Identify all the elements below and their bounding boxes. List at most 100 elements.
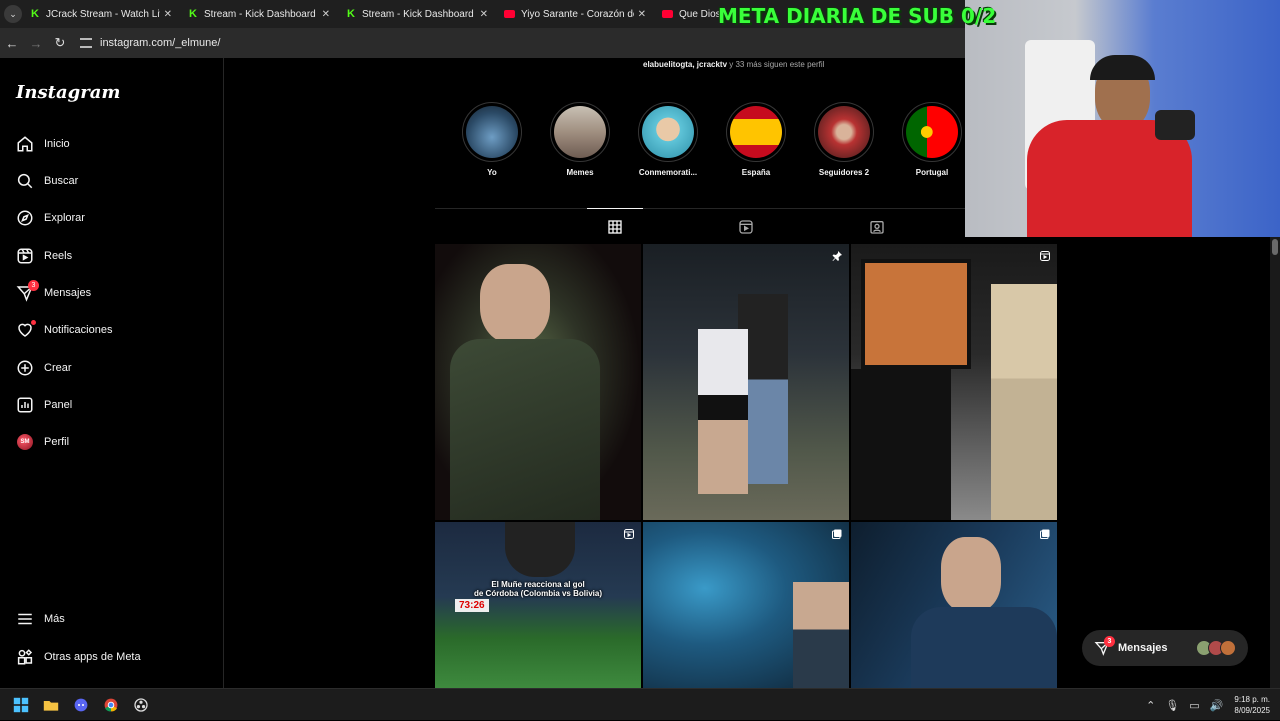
close-tab-icon[interactable]: ✕ [322,9,330,20]
browser-tab-4[interactable]: Yiyo Sarante - Corazón de Acero ✕ [496,0,654,28]
tab-title: JCrack Stream - Watch Live on Kick [46,8,160,20]
highlight-cover [554,106,606,158]
messenger-icon: 3 [1094,636,1115,656]
url-field[interactable]: instagram.com/_elmune/ [80,32,955,54]
back-icon[interactable]: ← [0,36,24,51]
messages-pill[interactable]: 3 Mensajes [1082,630,1248,666]
instagram-logo[interactable]: Instagram [16,82,120,103]
profile-avatar: SM [16,433,34,451]
post-1[interactable] [435,244,641,520]
sidebar-item-label: Perfil [44,436,70,448]
close-tab-icon[interactable]: ✕ [480,9,488,20]
sidebar-item-label: Más [44,613,65,625]
home-icon [16,135,34,153]
post-photo-streamer [505,522,575,577]
browser-tab-1[interactable]: K JCrack Stream - Watch Live on Kick ✕ [22,0,180,28]
webcam-microphone [1155,110,1195,140]
clock[interactable]: 9:18 p. m. 8/09/2025 [1234,694,1270,716]
close-tab-icon[interactable]: ✕ [638,9,646,20]
highlight-label: Memes [566,168,594,177]
browser-tab-3[interactable]: K Stream - Kick Dashboard ✕ [338,0,496,28]
post-5[interactable] [643,522,849,688]
highlight-label: Conmemorati... [638,168,698,177]
reels-icon [16,247,34,265]
sidebar-item-label: Panel [44,399,73,411]
sidebar-item-buscar[interactable]: Buscar [16,169,78,193]
match-timer: 73:26 [455,599,489,612]
microphone-icon[interactable]: 🎙 [1165,699,1179,712]
sidebar-item-reels[interactable]: Reels [16,244,72,268]
heart-icon [16,320,36,339]
file-explorer-icon[interactable] [36,690,66,720]
highlight-espana[interactable]: España [721,102,791,177]
highlight-label: Portugal [915,168,949,177]
messages-label: Mensajes [1118,642,1168,654]
tagged-icon[interactable] [869,219,885,235]
url-text: instagram.com/_elmune/ [100,37,221,49]
chrome-icon[interactable] [96,690,126,720]
search-icon [16,172,34,190]
post-4[interactable]: El Muñe reacciona al gol de Córdoba (Col… [435,522,641,688]
sidebar-item-mensajes[interactable]: 3 Mensajes [16,280,92,305]
sidebar-item-notificaciones[interactable]: Notificaciones [16,318,112,342]
sidebar-item-meta-apps[interactable]: Otras apps de Meta [16,645,141,669]
sidebar-item-inicio[interactable]: Inicio [16,132,70,156]
reel-icon [624,529,634,539]
sidebar-item-crear[interactable]: Crear [16,356,72,380]
page-scrollbar[interactable] [1270,237,1280,688]
highlight-cover [642,106,694,158]
messenger-icon: 3 [16,280,39,302]
post-photo-person [698,329,748,494]
carousel-icon [832,529,842,539]
youtube-icon [662,10,673,18]
sidebar-item-perfil[interactable]: SM Perfil [16,430,69,454]
post-3[interactable] [851,244,1057,520]
highlight-yo[interactable]: Yo [457,102,527,177]
network-icon[interactable]: ▭ [1189,699,1199,712]
dashboard-icon [16,396,34,414]
post-6[interactable] [851,522,1057,688]
spain-flag-icon [730,106,782,158]
highlight-label: Yo [487,168,497,177]
scrollbar-thumb[interactable] [1272,239,1278,255]
highlight-label: Seguidores 2 [818,168,870,177]
grid-icon[interactable] [587,208,643,235]
webcam-streamer-hair [1090,55,1155,80]
windows-start-icon[interactable] [6,690,36,720]
followed-by-rest: y 33 más siguen este perfil [727,60,825,69]
sidebar-item-panel[interactable]: Panel [16,393,72,417]
volume-icon[interactable]: 🔊 [1210,699,1224,712]
highlight-seguidores-2[interactable]: Seguidores 2 [809,102,879,177]
discord-icon[interactable] [66,690,96,720]
close-tab-icon[interactable]: ✕ [164,9,172,20]
sidebar-item-label: Inicio [44,138,70,150]
post-photo-minecraft-body [851,369,951,520]
plus-square-icon [16,359,34,377]
sidebar-item-explorar[interactable]: Explorar [16,206,85,230]
highlight-conmemorativo[interactable]: Conmemorati... [633,102,703,177]
compass-icon [16,209,34,227]
message-avatars [1196,640,1236,656]
sidebar-item-label: Otras apps de Meta [44,651,141,663]
reload-icon[interactable]: ↻ [48,35,72,51]
sidebar-item-mas[interactable]: Más [16,607,65,631]
followed-by-text[interactable]: elabuelitogta, jcracktv y 33 más siguen … [643,60,824,69]
sidebar-item-label: Mensajes [44,287,92,299]
obs-icon[interactable] [126,690,156,720]
followed-by-users[interactable]: elabuelitogta, jcracktv [643,60,727,69]
post-2[interactable] [643,244,849,520]
forward-icon[interactable]: → [24,36,48,51]
highlight-portugal[interactable]: Portugal [897,102,967,177]
notification-dot [31,320,36,325]
chevron-up-icon[interactable]: ⌃ [1146,699,1155,712]
tab-title: Yiyo Sarante - Corazón de Acero [521,8,634,20]
reels-tab-icon[interactable] [738,219,754,235]
post-caption-line: de Córdoba (Colombia vs Bolivia) [473,589,602,598]
meta-apps-icon [16,648,34,666]
tab-search-button[interactable]: ⌄ [4,5,22,23]
site-settings-icon[interactable] [80,38,92,48]
browser-tab-2[interactable]: K Stream - Kick Dashboard ✕ [180,0,338,28]
highlight-memes[interactable]: Memes [545,102,615,177]
post-photo-minecraft-head [861,259,971,369]
clock-date: 8/09/2025 [1234,706,1270,715]
